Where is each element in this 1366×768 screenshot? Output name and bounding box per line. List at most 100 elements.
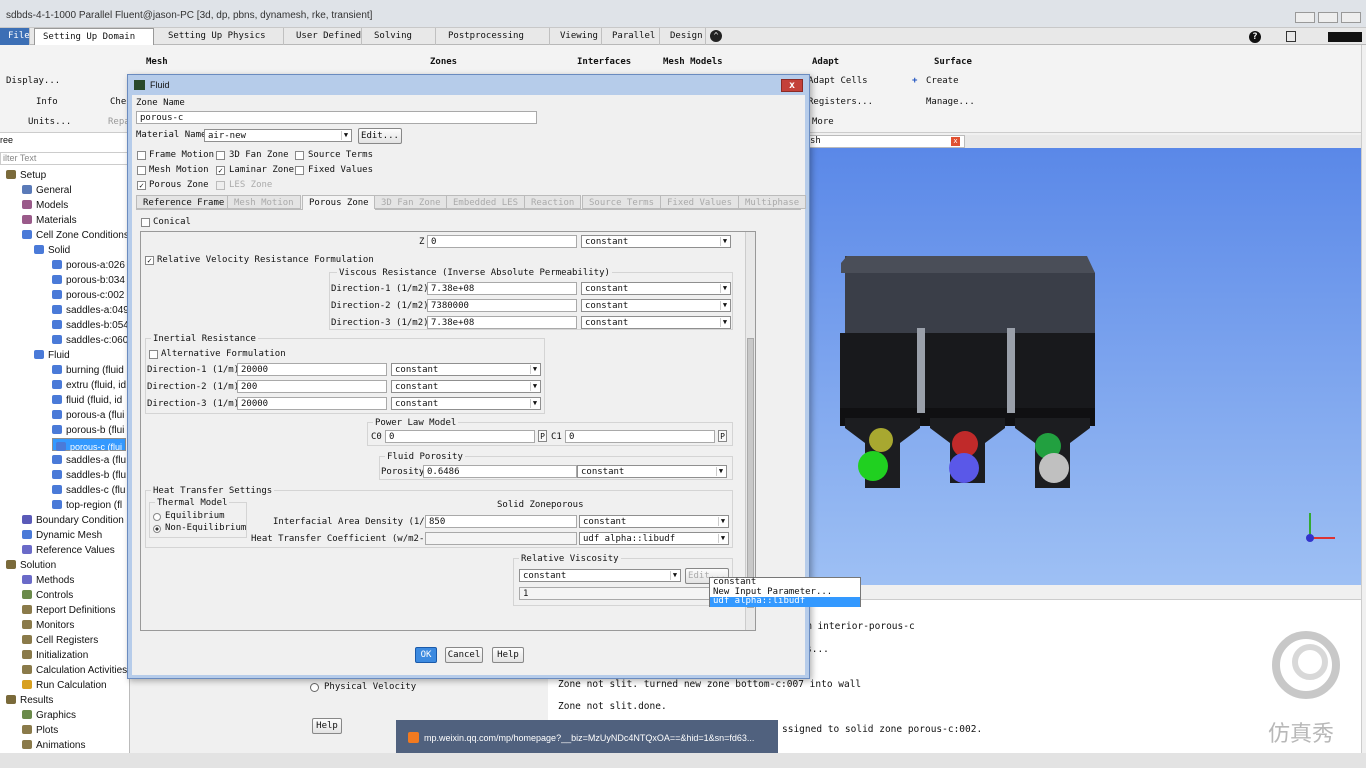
material-edit-button[interactable]: Edit... [358,128,402,144]
tree-item[interactable]: Setup [6,168,46,183]
tree-item[interactable]: saddles-a (flu [52,453,126,468]
help-icon[interactable]: ? [1249,31,1261,43]
c1-parameter-button[interactable]: P [718,430,727,442]
interfacial-area-select[interactable]: constant ▼ [579,515,729,528]
tree-item[interactable]: saddles-b:054 [52,318,129,333]
ribbon-collapse-icon[interactable]: ^ [710,30,722,42]
ok-button[interactable]: OK [415,647,437,663]
viscous-dir1-input[interactable]: 7.38e+08 [427,282,577,295]
tree-item[interactable]: Report Definitions [22,603,115,618]
tab-fan-zone[interactable]: 3D Fan Zone [374,195,448,209]
viscous-dir2-input[interactable]: 7380000 [427,299,577,312]
tree-item[interactable]: top-region (fl [52,498,122,513]
tree-item[interactable]: Reference Values [22,543,115,558]
viscous-dir2-select[interactable]: constant ▼ [581,299,731,312]
inertial-dir3-select[interactable]: constant ▼ [391,397,541,410]
close-window-button[interactable] [1341,12,1361,23]
viscous-dir1-select[interactable]: constant ▼ [581,282,731,295]
mesh-motion-checkbox[interactable] [137,166,146,175]
c0-input[interactable]: 0 [385,430,535,443]
viscous-dir3-select[interactable]: constant ▼ [581,316,731,329]
dialog-help-button[interactable]: Help [492,647,524,663]
inertial-dir2-input[interactable]: 200 [237,380,387,393]
laminar-zone-checkbox[interactable]: ✓ [216,166,225,175]
inertial-dir2-select[interactable]: constant ▼ [391,380,541,393]
tab-design[interactable]: Design [662,28,706,45]
close-icon[interactable]: x [951,137,960,146]
c1-input[interactable]: 0 [565,430,715,443]
dropdown-option-udf[interactable]: udf alpha::libudf [710,596,860,607]
porosity-input[interactable]: 0.6486 [423,465,577,478]
manage-button[interactable]: Manage... [926,97,975,107]
tree-item[interactable]: Results [6,693,53,708]
tree-item[interactable]: saddles-c (flu [52,483,125,498]
tree-item[interactable]: porous-c (flui [52,438,127,452]
tree-item[interactable]: extru (fluid, id [52,378,126,393]
les-zone-checkbox[interactable] [216,181,225,190]
tree-item[interactable]: Calculation Activities [22,663,127,678]
material-select[interactable]: air-new ▼ [204,129,352,142]
more-button[interactable]: More [812,117,834,127]
tree-item[interactable]: Models [22,198,68,213]
fan-zone-checkbox[interactable] [216,151,225,160]
tree-item[interactable]: Dynamic Mesh [22,528,102,543]
tree-item[interactable]: fluid (fluid, id [52,393,122,408]
tree-item[interactable]: Solid [34,243,70,258]
frame-motion-checkbox[interactable] [137,151,146,160]
relative-viscosity-input[interactable]: 1 [519,587,729,600]
htc-select[interactable]: udf alpha::libudf ▼ [579,532,729,545]
tree-item[interactable]: Controls [22,588,73,603]
tree-filter-input[interactable]: ilter Text [0,152,130,165]
physical-velocity-radio[interactable] [310,683,319,692]
source-terms-checkbox[interactable] [295,151,304,160]
inertial-dir1-input[interactable]: 20000 [237,363,387,376]
c0-parameter-button[interactable]: P [538,430,547,442]
inertial-dir3-input[interactable]: 20000 [237,397,387,410]
scrollbar-thumb[interactable] [747,338,754,608]
tab-viewing[interactable]: Viewing [552,28,602,45]
tab-solving[interactable]: Solving [366,28,436,45]
tab-reference-frame[interactable]: Reference Frame [136,195,232,209]
layout-icon[interactable] [1286,31,1296,42]
browser-notification[interactable]: mp.weixin.qq.com/mp/homepage?__biz=MzUyN… [396,720,778,753]
display-button[interactable]: Display... [6,76,60,86]
tab-mesh-motion[interactable]: Mesh Motion [227,195,301,209]
tab-porous-zone[interactable]: Porous Zone [302,195,376,210]
tree-item[interactable]: Fluid [34,348,70,363]
htc-input[interactable] [425,532,577,545]
maximize-button[interactable] [1318,12,1338,23]
fixed-values-checkbox[interactable] [295,166,304,175]
relative-velocity-checkbox[interactable]: ✓ [145,256,154,265]
tab-mesh-view[interactable]: sh [805,135,965,148]
equilibrium-radio[interactable] [153,513,161,521]
zone-name-input[interactable]: porous-c [136,111,537,124]
tab-source-terms[interactable]: Source Terms [582,195,662,209]
interfacial-area-input[interactable]: 850 [425,515,577,528]
tree-item[interactable]: Cell Registers [22,633,98,648]
dialog-close-button[interactable]: x [781,79,803,92]
z-method-select[interactable]: constant ▼ [581,235,731,248]
tree-item[interactable]: Monitors [22,618,74,633]
conical-checkbox[interactable] [141,218,150,227]
tree-item[interactable]: porous-a (flui [52,408,124,423]
tree-item[interactable]: Cell Zone Conditions [22,228,129,243]
adapt-cells-button[interactable]: Adapt Cells [808,76,868,86]
info-button[interactable]: Info [36,97,58,107]
tree-item[interactable]: Plots [22,723,58,738]
units-button[interactable]: Units... [28,117,71,127]
create-button[interactable]: Create [926,76,959,86]
tree-item[interactable]: burning (fluid [52,363,124,378]
tree-item[interactable]: saddles-a:049 [52,303,129,318]
minimize-button[interactable] [1295,12,1315,23]
tab-user-defined[interactable]: User Defined [288,28,362,45]
tab-setting-up-physics[interactable]: Setting Up Physics [160,28,284,45]
tree-item[interactable]: Graphics [22,708,76,723]
porous-zone-checkbox[interactable]: ✓ [137,181,146,190]
tree-item[interactable]: Boundary Condition [22,513,124,528]
alternative-formulation-checkbox[interactable] [149,350,158,359]
z-input[interactable]: 0 [427,235,577,248]
vertical-scrollbar[interactable] [745,232,755,630]
tree-item[interactable]: General [22,183,72,198]
tree-item[interactable]: porous-b:034 [52,273,125,288]
non-equilibrium-radio[interactable] [153,525,161,533]
